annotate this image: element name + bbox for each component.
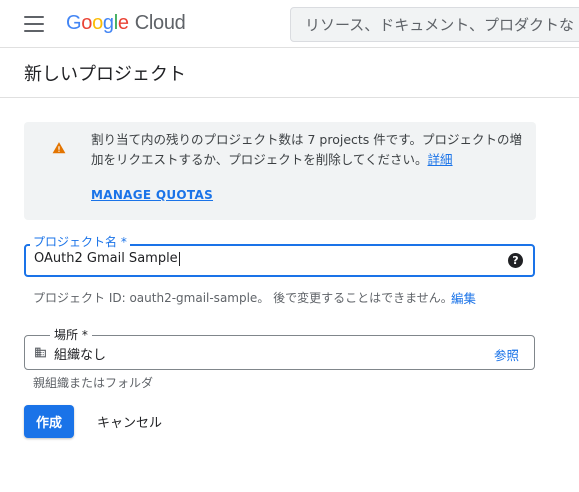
quota-notice: 割り当て内の残りのプロジェクト数は 7 projects 件です。プロジェクトの… bbox=[24, 122, 536, 220]
project-name-value[interactable]: OAuth2 Gmail Sample bbox=[34, 251, 180, 266]
edit-project-id-link[interactable]: 編集 bbox=[451, 288, 476, 307]
project-name-label: プロジェクト名 * bbox=[30, 233, 130, 250]
location-hint: 親組織またはフォルダ bbox=[33, 376, 154, 390]
menu-icon[interactable] bbox=[24, 16, 44, 32]
top-bar: Go o g l e Cloud リソース、ドキュメント、プロダクトな bbox=[0, 0, 579, 48]
browse-location-button[interactable]: 参照 bbox=[494, 345, 519, 364]
search-placeholder: リソース、ドキュメント、プロダクトな bbox=[305, 16, 574, 34]
cancel-button[interactable]: キャンセル bbox=[97, 412, 162, 431]
location-value: 組織なし bbox=[54, 348, 107, 363]
learn-more-link[interactable]: 詳細 bbox=[428, 152, 453, 167]
text-caret bbox=[178, 251, 180, 266]
project-id-hint: プロジェクト ID: oauth2-gmail-sample。 後で変更すること… bbox=[33, 291, 453, 305]
notice-text: 割り当て内の残りのプロジェクト数は 7 projects 件です。プロジェクトの… bbox=[91, 132, 523, 167]
divider bbox=[0, 97, 579, 98]
warning-icon bbox=[52, 142, 66, 154]
building-icon bbox=[35, 347, 46, 358]
create-button[interactable]: 作成 bbox=[24, 405, 74, 438]
manage-quotas-link[interactable]: MANAGE QUOTAS bbox=[91, 188, 213, 202]
page-title: 新しいプロジェクト bbox=[24, 64, 186, 85]
search-input[interactable]: リソース、ドキュメント、プロダクトな bbox=[290, 7, 579, 42]
location-label: 場所 * bbox=[50, 326, 92, 343]
google-cloud-logo[interactable]: Go o g l e Cloud bbox=[66, 10, 186, 36]
help-icon[interactable]: ? bbox=[508, 253, 523, 268]
